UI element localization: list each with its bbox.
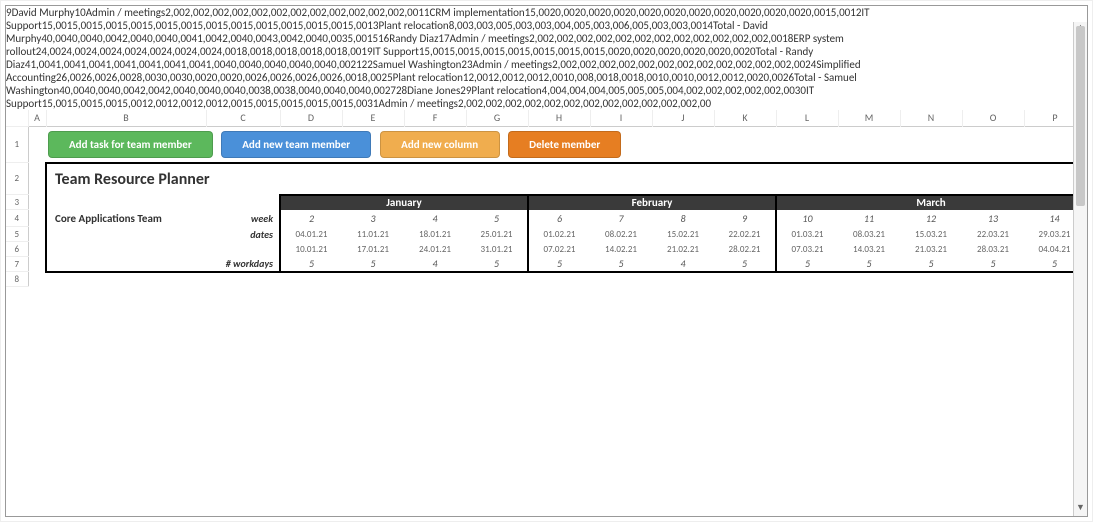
workdays-label: # workdays <box>206 257 280 272</box>
date-cell: 04.01.21 <box>280 227 342 242</box>
row-number[interactable]: 5 <box>6 227 28 242</box>
col-header[interactable]: I <box>590 110 652 126</box>
date-cell: 07.02.21 <box>528 242 590 257</box>
date-cell: 08.02.21 <box>590 227 652 242</box>
col-header[interactable]: N <box>900 110 962 126</box>
row-number[interactable]: 6 <box>6 242 28 257</box>
date-cell: 28.02.21 <box>714 242 776 257</box>
week-number: 5 <box>466 210 528 227</box>
week-number: 2 <box>280 210 342 227</box>
column-header-row[interactable]: A B C D E F G H I J K L M N O P <box>6 110 1086 126</box>
date-cell: 22.03.21 <box>962 227 1024 242</box>
date-cell: 21.02.21 <box>652 242 714 257</box>
vertical-scrollbar[interactable]: ▲ ▼ <box>1073 22 1087 516</box>
scroll-down-icon[interactable]: ▼ <box>1074 502 1087 516</box>
workdays-cell: 5 <box>280 257 342 272</box>
workdays-cell: 5 <box>342 257 404 272</box>
week-number: 8 <box>652 210 714 227</box>
scrollbar-thumb[interactable] <box>1076 26 1085 206</box>
col-header[interactable]: E <box>342 110 404 126</box>
row-number[interactable]: 3 <box>6 195 28 210</box>
col-header[interactable]: M <box>838 110 900 126</box>
date-cell: 15.03.21 <box>900 227 962 242</box>
date-cell: 08.03.21 <box>838 227 900 242</box>
col-header[interactable]: O <box>962 110 1024 126</box>
dates-label: dates <box>206 227 280 242</box>
date-cell: 21.03.21 <box>900 242 962 257</box>
col-header[interactable]: K <box>714 110 776 126</box>
col-header[interactable]: F <box>404 110 466 126</box>
spreadsheet[interactable]: 9David Murphy10Admin / meetings2,002,002… <box>5 5 1088 517</box>
subtitle: Core Applications Team <box>46 210 206 227</box>
row-number[interactable]: 1 <box>6 126 28 163</box>
date-cell: 15.02.21 <box>652 227 714 242</box>
workdays-cell: 4 <box>404 257 466 272</box>
date-cell: 11.01.21 <box>342 227 404 242</box>
date-cell: 10.01.21 <box>280 242 342 257</box>
col-header[interactable]: B <box>46 110 206 126</box>
date-cell: 24.01.21 <box>404 242 466 257</box>
month-header: January <box>280 195 528 210</box>
row-number[interactable]: 2 <box>6 163 28 195</box>
row-number[interactable]: 4 <box>6 210 28 227</box>
date-cell: 01.02.21 <box>528 227 590 242</box>
add-task-button[interactable]: Add task for team member <box>48 131 213 158</box>
week-number: 4 <box>404 210 466 227</box>
week-number: 13 <box>962 210 1024 227</box>
col-header[interactable]: D <box>280 110 342 126</box>
date-cell: 17.01.21 <box>342 242 404 257</box>
date-cell: 14.02.21 <box>590 242 652 257</box>
week-number: 12 <box>900 210 962 227</box>
workdays-cell: 5 <box>528 257 590 272</box>
app-window: 9David Murphy10Admin / meetings2,002,002… <box>0 0 1093 522</box>
col-header[interactable]: L <box>776 110 838 126</box>
workdays-cell: 5 <box>962 257 1024 272</box>
col-header[interactable]: C <box>206 110 280 126</box>
week-number: 6 <box>528 210 590 227</box>
col-header[interactable]: H <box>528 110 590 126</box>
workdays-cell: 5 <box>590 257 652 272</box>
date-cell: 07.03.21 <box>776 242 838 257</box>
date-cell: 01.03.21 <box>776 227 838 242</box>
row-number[interactable]: 8 <box>6 272 28 287</box>
delete-member-button[interactable]: Delete member <box>508 131 621 158</box>
date-cell: 31.01.21 <box>466 242 528 257</box>
workdays-cell: 5 <box>838 257 900 272</box>
date-cell: 25.01.21 <box>466 227 528 242</box>
date-cell: 22.02.21 <box>714 227 776 242</box>
page-title: Team Resource Planner <box>46 163 280 195</box>
workdays-cell: 5 <box>900 257 962 272</box>
col-header[interactable]: G <box>466 110 528 126</box>
week-number: 9 <box>714 210 776 227</box>
workdays-cell: 5 <box>776 257 838 272</box>
date-cell: 28.03.21 <box>962 242 1024 257</box>
week-number: 3 <box>342 210 404 227</box>
workdays-cell: 5 <box>714 257 776 272</box>
month-header: March <box>776 195 1086 210</box>
workdays-cell: 4 <box>652 257 714 272</box>
date-cell: 14.03.21 <box>838 242 900 257</box>
add-column-button[interactable]: Add new column <box>380 131 500 158</box>
week-number: 11 <box>838 210 900 227</box>
workdays-cell: 5 <box>466 257 528 272</box>
col-header[interactable]: A <box>28 110 46 126</box>
week-label: week <box>206 210 280 227</box>
row-number[interactable]: 7 <box>6 257 28 272</box>
month-header: February <box>528 195 776 210</box>
week-number: 7 <box>590 210 652 227</box>
add-member-button[interactable]: Add new team member <box>221 131 371 158</box>
date-cell: 18.01.21 <box>404 227 466 242</box>
week-number: 10 <box>776 210 838 227</box>
col-header[interactable]: J <box>652 110 714 126</box>
